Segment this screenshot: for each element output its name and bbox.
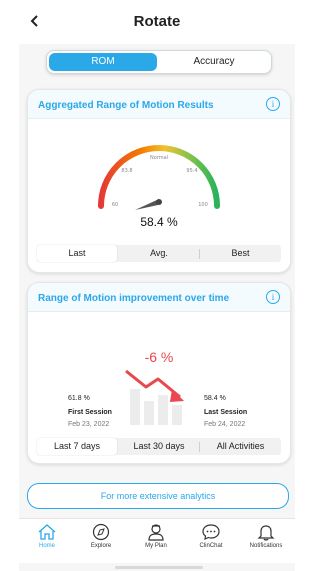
first-session-value: 61.8 %: [68, 395, 90, 402]
rom-improvement-card: Range of Motion improvement over time i …: [27, 282, 291, 464]
tab-avg[interactable]: Avg.: [119, 245, 199, 262]
compass-icon: [92, 523, 110, 541]
nav-explore[interactable]: Explore: [76, 523, 126, 549]
info-icon[interactable]: i: [266, 97, 280, 111]
rom-gauge: Normal 83.8 95.4 60 100: [98, 145, 220, 210]
rotate-screen: Rotate ROM Accuracy Aggregated Range of …: [19, 0, 295, 571]
chat-bubble-icon: [202, 524, 220, 540]
nav-label: Explore: [90, 543, 112, 549]
nav-label: ClinChat: [199, 543, 223, 549]
nav-label: My Plan: [145, 543, 167, 549]
first-session-label: First Session: [68, 409, 112, 416]
rom-results-card: Aggregated Range of Motion Results i Nor…: [27, 89, 291, 273]
improvement-period-tabs: Last 7 days Last 30 days All Activities: [37, 438, 281, 455]
gauge-label-center: Normal: [150, 155, 168, 161]
segment-accuracy[interactable]: Accuracy: [159, 53, 269, 71]
card-title: Aggregated Range of Motion Results: [38, 100, 214, 111]
home-icon: [38, 524, 56, 540]
bottom-nav: Home Explore My Plan ClinChat Notificati…: [19, 518, 295, 563]
last-session-date: Feb 24, 2022: [204, 421, 246, 428]
last-session-value: 58.4 %: [204, 395, 226, 402]
last-session-label: Last Session: [204, 409, 248, 416]
extensive-analytics-button[interactable]: For more extensive analytics: [27, 483, 289, 509]
nav-label: Notifications: [249, 543, 283, 549]
tab-best[interactable]: Best: [200, 245, 281, 262]
page-title: Rotate: [133, 13, 181, 30]
nav-label: Home: [38, 543, 55, 549]
tab-last-30-days[interactable]: Last 30 days: [119, 438, 199, 455]
bell-icon: [257, 525, 275, 541]
gauge-value: 58.4 %: [140, 215, 178, 229]
metric-segmented-control: ROM Accuracy: [46, 50, 272, 74]
bg-bar: [144, 401, 154, 425]
gauge-needle: [135, 199, 159, 210]
tab-last-7-days[interactable]: Last 7 days: [37, 438, 117, 455]
nav-home[interactable]: Home: [22, 523, 72, 549]
doctor-icon: [148, 524, 164, 541]
change-percent: -6 %: [144, 349, 174, 365]
header: Rotate: [19, 0, 295, 44]
info-icon[interactable]: i: [266, 290, 280, 304]
gauge-hub: [156, 199, 162, 205]
card-title: Range of Motion improvement over time: [38, 293, 230, 304]
nav-my-plan[interactable]: My Plan: [131, 523, 181, 549]
home-indicator: [115, 566, 203, 569]
decline-illustration: [125, 369, 184, 425]
segment-rom[interactable]: ROM: [49, 53, 157, 71]
gauge-label-low: 83.8: [121, 168, 132, 174]
nav-clinchat[interactable]: ClinChat: [186, 523, 236, 549]
bg-bar: [158, 395, 168, 425]
rom-period-tabs: Last Avg. Best: [37, 245, 281, 262]
tab-last[interactable]: Last: [37, 245, 117, 262]
first-session-date: Feb 23, 2022: [68, 421, 110, 428]
gauge-label-high: 95.4: [186, 168, 197, 174]
gauge-label-min: 60: [112, 202, 118, 208]
tab-all-activities[interactable]: All Activities: [200, 438, 281, 455]
nav-notifications[interactable]: Notifications: [241, 523, 291, 549]
gauge-label-max: 100: [198, 202, 208, 208]
bg-bar: [172, 405, 182, 425]
bg-bar: [130, 389, 140, 425]
